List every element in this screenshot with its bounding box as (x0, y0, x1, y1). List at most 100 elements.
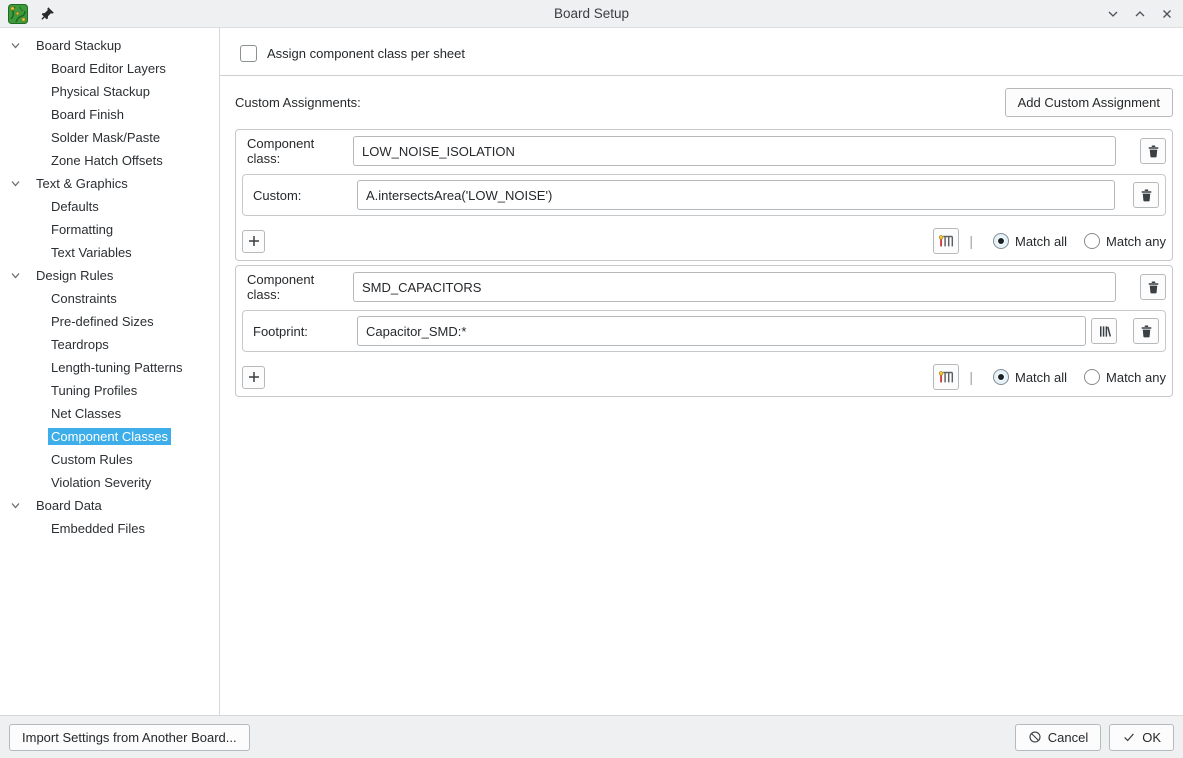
sidebar-item-tuning-profiles[interactable]: Tuning Profiles (0, 379, 219, 402)
delete-condition-button[interactable] (1133, 318, 1159, 344)
board-setup-dialog: Board Setup (0, 0, 1183, 758)
sidebar-item-label: Defaults (48, 198, 102, 215)
sidebar-group-text-graphics[interactable]: Text & Graphics (0, 172, 219, 195)
component-class-label: Component class: (242, 136, 345, 166)
component-classes-button[interactable] (933, 228, 959, 254)
dialog-footer: Import Settings from Another Board... Ca… (0, 715, 1183, 758)
footprint-library-browse-button[interactable] (1091, 318, 1117, 344)
sidebar-item-label: Board Finish (48, 106, 127, 123)
sidebar-item-embedded-files[interactable]: Embedded Files (0, 517, 219, 540)
sidebar-item-label: Constraints (48, 290, 120, 307)
horizontal-separator (220, 75, 1183, 76)
settings-tree: Board Stackup Board Editor Layers Physic… (0, 28, 220, 715)
match-any-option[interactable]: Match any (1084, 369, 1166, 385)
sidebar-item-physical-stackup[interactable]: Physical Stackup (0, 80, 219, 103)
sidebar-group-label: Text & Graphics (33, 175, 131, 192)
trash-icon (1139, 188, 1154, 203)
vertical-separator: | (969, 233, 973, 249)
match-all-label: Match all (1015, 370, 1067, 385)
footprint-condition-input[interactable] (357, 316, 1086, 346)
sidebar-item-label: Physical Stackup (48, 83, 153, 100)
match-all-radio[interactable] (993, 369, 1009, 385)
sidebar-group-board-stackup[interactable]: Board Stackup (0, 34, 219, 57)
match-controls: | Match all Match any (933, 228, 1166, 254)
sidebar-item-text-variables[interactable]: Text Variables (0, 241, 219, 264)
match-all-option[interactable]: Match all (993, 369, 1067, 385)
minimize-button[interactable] (1105, 6, 1121, 22)
maximize-button[interactable] (1132, 6, 1148, 22)
add-condition-button[interactable] (242, 230, 265, 253)
match-all-radio[interactable] (993, 233, 1009, 249)
component-class-input[interactable] (353, 272, 1116, 302)
window-title: Board Setup (0, 6, 1183, 21)
sidebar-item-solder-mask-paste[interactable]: Solder Mask/Paste (0, 126, 219, 149)
assign-per-sheet-label: Assign component class per sheet (267, 46, 465, 61)
component-classes-button[interactable] (933, 364, 959, 390)
component-class-label: Component class: (242, 272, 345, 302)
sidebar-item-label: Embedded Files (48, 520, 148, 537)
match-any-radio[interactable] (1084, 233, 1100, 249)
plus-icon (247, 234, 261, 248)
delete-assignment-button[interactable] (1140, 138, 1166, 164)
pin-icon[interactable] (40, 6, 55, 21)
sidebar-group-design-rules[interactable]: Design Rules (0, 264, 219, 287)
sidebar-item-formatting[interactable]: Formatting (0, 218, 219, 241)
sidebar-group-label: Design Rules (33, 267, 116, 284)
delete-assignment-button[interactable] (1140, 274, 1166, 300)
sidebar-item-board-editor-layers[interactable]: Board Editor Layers (0, 57, 219, 80)
sidebar-item-teardrops[interactable]: Teardrops (0, 333, 219, 356)
sidebar-item-pre-defined-sizes[interactable]: Pre-defined Sizes (0, 310, 219, 333)
match-any-option[interactable]: Match any (1084, 233, 1166, 249)
import-settings-button[interactable]: Import Settings from Another Board... (9, 724, 250, 751)
sidebar-item-violation-severity[interactable]: Violation Severity (0, 471, 219, 494)
sidebar-item-label: Tuning Profiles (48, 382, 140, 399)
sidebar-item-length-tuning-patterns[interactable]: Length-tuning Patterns (0, 356, 219, 379)
sidebar-item-label: Violation Severity (48, 474, 154, 491)
cancel-button[interactable]: Cancel (1015, 724, 1101, 751)
match-all-option[interactable]: Match all (993, 233, 1067, 249)
sidebar-item-label: Solder Mask/Paste (48, 129, 163, 146)
sidebar-item-defaults[interactable]: Defaults (0, 195, 219, 218)
component-class-row: Component class: (242, 272, 1166, 302)
assignment-footer-row: | Match all Match any (242, 364, 1166, 390)
sidebar-item-component-classes[interactable]: Component Classes (0, 425, 219, 448)
sidebar-group-label: Board Stackup (33, 37, 124, 54)
sidebar-item-custom-rules[interactable]: Custom Rules (0, 448, 219, 471)
sidebar-item-label: Length-tuning Patterns (48, 359, 186, 376)
condition-subpanel: Footprint: (242, 310, 1166, 352)
sidebar-item-constraints[interactable]: Constraints (0, 287, 219, 310)
sidebar-item-net-classes[interactable]: Net Classes (0, 402, 219, 425)
assign-per-sheet-checkbox[interactable] (240, 45, 257, 62)
sidebar-item-label: Net Classes (48, 405, 124, 422)
chevron-down-icon[interactable] (10, 40, 28, 51)
condition-subpanel: Custom: (242, 174, 1166, 216)
sidebar-group-label: Board Data (33, 497, 105, 514)
custom-condition-input[interactable] (357, 180, 1115, 210)
titlebar: Board Setup (0, 0, 1183, 28)
condition-type-label: Footprint: (249, 324, 349, 339)
ok-button[interactable]: OK (1109, 724, 1174, 751)
component-class-row: Component class: (242, 136, 1166, 166)
close-button[interactable] (1159, 6, 1175, 22)
sidebar-item-label: Text Variables (48, 244, 135, 261)
chevron-down-icon[interactable] (10, 178, 28, 189)
vertical-separator: | (969, 369, 973, 385)
chevron-down-icon[interactable] (10, 270, 28, 281)
sidebar-item-label: Formatting (48, 221, 116, 238)
condition-type-label: Custom: (249, 188, 349, 203)
custom-assignments-header: Custom Assignments: Add Custom Assignmen… (235, 88, 1173, 117)
component-classes-panel: Assign component class per sheet Custom … (220, 28, 1183, 715)
chevron-down-icon[interactable] (10, 500, 28, 511)
match-any-radio[interactable] (1084, 369, 1100, 385)
delete-condition-button[interactable] (1133, 182, 1159, 208)
add-custom-assignment-button[interactable]: Add Custom Assignment (1005, 88, 1173, 117)
footer-actions: Cancel OK (1015, 724, 1174, 751)
sidebar-item-zone-hatch-offsets[interactable]: Zone Hatch Offsets (0, 149, 219, 172)
component-class-input[interactable] (353, 136, 1116, 166)
add-condition-button[interactable] (242, 366, 265, 389)
sidebar-group-board-data[interactable]: Board Data (0, 494, 219, 517)
sidebar-item-board-finish[interactable]: Board Finish (0, 103, 219, 126)
assign-per-sheet-row: Assign component class per sheet (235, 45, 1173, 62)
trash-icon (1146, 144, 1161, 159)
match-any-label: Match any (1106, 370, 1166, 385)
